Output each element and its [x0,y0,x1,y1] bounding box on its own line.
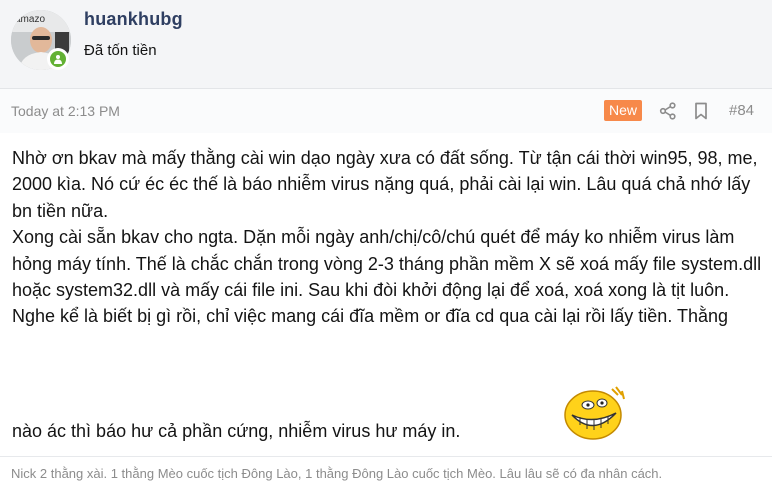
post-body: Nhờ ơn bkav mà mấy thằng cài win dạo ngà… [12,145,764,330]
new-badge: New [604,100,643,121]
post-timestamp[interactable]: Today at 2:13 PM [11,103,120,119]
post-paragraph: Nhờ ơn bkav mà mấy thằng cài win dạo ngà… [12,148,758,221]
grinning-smiley-emoji [564,386,625,440]
user-title: Đã tốn tiền [84,42,157,59]
user-signature: Nick 2 thằng xài. 1 thằng Mèo cuốc tịch … [11,466,663,481]
signature-divider [0,456,772,457]
post-last-line: nào ác thì báo hư cả phần cứng, nhiễm vi… [12,421,461,441]
share-icon[interactable] [659,102,677,120]
post-number-link[interactable]: #84 [729,102,754,119]
online-status-icon [50,51,66,67]
post-paragraph: Xong cài sẵn bkav cho ngta. Dặn mỗi ngày… [12,227,762,327]
username-link[interactable]: huankhubg [84,9,183,30]
online-status-badge [47,48,69,70]
bookmark-icon[interactable] [693,102,709,120]
